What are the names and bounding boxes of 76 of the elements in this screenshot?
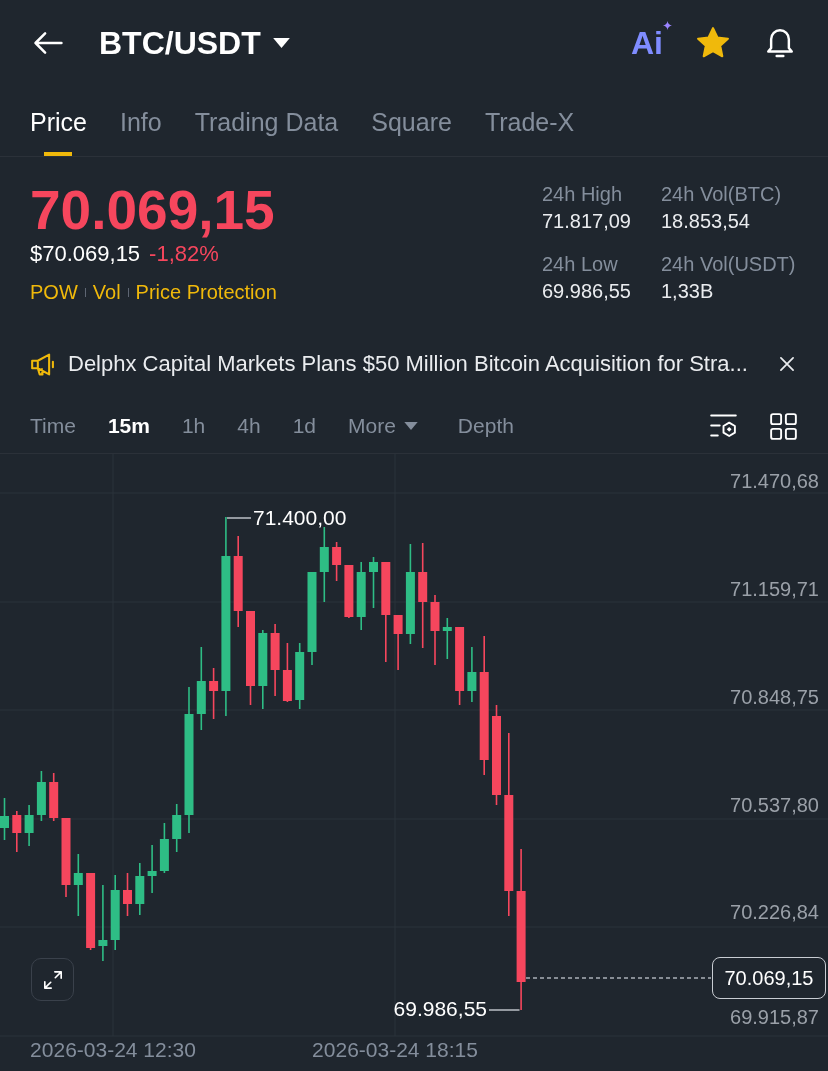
- low-price-label: 69.986,55: [393, 996, 487, 1022]
- candlestick: [295, 642, 305, 710]
- fiat-price: $70.069,15: [30, 241, 141, 267]
- stat-value: 1,33B: [661, 279, 715, 304]
- candlestick: [332, 541, 342, 582]
- close-icon[interactable]: [779, 356, 795, 372]
- leader-line: [488, 1009, 521, 1011]
- candlestick: [430, 594, 440, 666]
- candlestick: [147, 844, 157, 894]
- time-axis-label: 2026-03-24 12:30: [30, 1037, 196, 1063]
- candlestick: [0, 797, 9, 841]
- diagonal-arrows-icon: [42, 969, 63, 990]
- list-hexagon-icon[interactable]: [709, 413, 738, 439]
- toolbar-tab[interactable]: Depth: [457, 413, 514, 439]
- candlestick: [393, 614, 403, 671]
- candlestick: [209, 667, 219, 720]
- dropdown-button[interactable]: More: [348, 413, 418, 439]
- candlestick: [344, 564, 354, 619]
- candlestick: [467, 646, 477, 703]
- tab[interactable]: Price: [30, 85, 87, 156]
- stat-label: 24h Vol(BTC): [661, 182, 783, 206]
- price-axis-label: 70.226,84: [730, 900, 819, 925]
- toolbar-tab[interactable]: 4h: [237, 413, 261, 439]
- candlestick: [24, 804, 34, 847]
- bell-icon[interactable]: [765, 27, 795, 58]
- stat-value: 71.817,09: [542, 209, 632, 234]
- candlestick: [123, 872, 132, 917]
- star-icon[interactable]: [696, 26, 730, 59]
- toolbar-tab[interactable]: Time: [30, 413, 76, 439]
- toolbar-tab[interactable]: 15m: [107, 413, 150, 439]
- candlestick: [49, 772, 59, 822]
- time-axis-label: 2026-03-24 18:15: [312, 1037, 478, 1063]
- tab[interactable]: Info: [119, 85, 162, 156]
- tag-label[interactable]: Price Protection: [135, 280, 277, 304]
- last-price: 70.069,15: [30, 179, 276, 241]
- candlestick: [172, 803, 182, 853]
- news-headline[interactable]: Delphx Capital Markets Plans $50 Million Bitcoin Acquisition for Stra...: [68, 351, 748, 377]
- tab[interactable]: Trade-X: [484, 85, 575, 156]
- tag-label[interactable]: Vol: [92, 280, 121, 304]
- price-axis-label: 70.537,80: [730, 793, 819, 818]
- price-axis-label: 69.915,87: [730, 1005, 819, 1030]
- toolbar-tab[interactable]: 1h: [181, 413, 206, 439]
- candlestick: [36, 770, 46, 822]
- candlestick: [73, 853, 83, 917]
- grid-icon[interactable]: [770, 412, 797, 440]
- ai-button[interactable]: Ai: [631, 25, 672, 60]
- back-arrow-icon[interactable]: [33, 30, 63, 55]
- stat-value: 69.986,55: [542, 279, 632, 304]
- high-price-label: 71.400,00: [253, 505, 347, 531]
- expand-button[interactable]: [31, 958, 74, 1001]
- sparkle-icon: [663, 20, 672, 30]
- candlestick: [159, 822, 169, 874]
- tag-label[interactable]: POW: [30, 280, 78, 304]
- candlestick: [135, 862, 145, 916]
- stat-value: 18.853,54: [661, 209, 751, 234]
- tab[interactable]: Square: [371, 85, 452, 156]
- price-axis-label: 71.159,71: [730, 577, 819, 602]
- tab[interactable]: Trading Data: [194, 85, 339, 156]
- pair-selector[interactable]: BTC/USDT: [99, 23, 290, 62]
- caret-icon: [403, 422, 418, 430]
- price-change: -1,82%: [149, 241, 219, 267]
- current-price-label: 70.069,15: [712, 957, 826, 999]
- megaphone-icon: [30, 352, 56, 376]
- stat-label: 24h Low: [542, 252, 619, 276]
- leader-line: [226, 517, 252, 519]
- price-axis-label: 71.470,68: [730, 469, 819, 494]
- toolbar-tab[interactable]: 1d: [292, 413, 316, 439]
- stat-label: 24h Vol(USDT): [661, 252, 797, 276]
- price-axis-label: 70.848,75: [730, 685, 819, 710]
- stat-label: 24h High: [542, 182, 624, 206]
- candlestick: [12, 810, 22, 853]
- candlestick: [442, 617, 452, 660]
- candlestick: [282, 642, 292, 703]
- candlestick: [356, 561, 366, 631]
- caret-icon: [272, 37, 290, 48]
- candlestick: [369, 556, 378, 609]
